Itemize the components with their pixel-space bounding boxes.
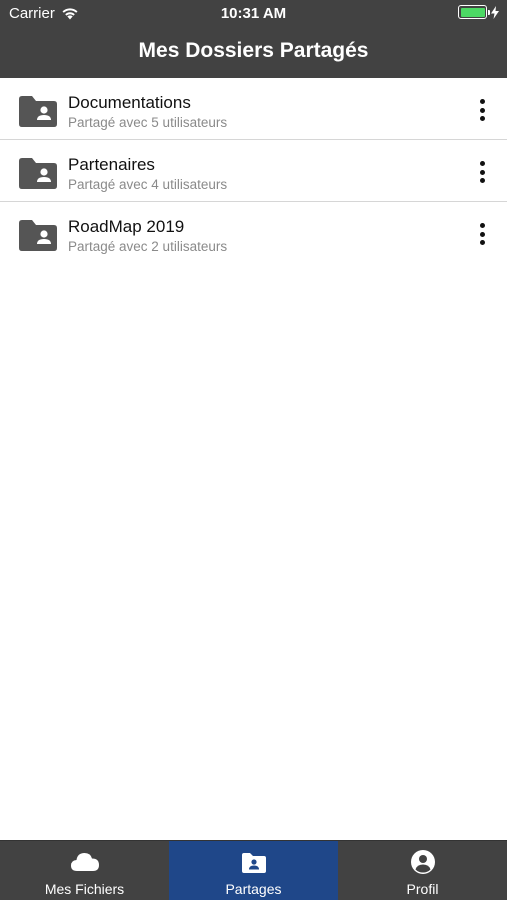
list-item-text: Documentations Partagé avec 5 utilisateu… (68, 93, 227, 132)
more-options-icon[interactable] (471, 221, 493, 247)
folder-name: Partenaires (68, 155, 155, 174)
folder-name: Documentations (68, 93, 191, 112)
tab-label: Partages (225, 881, 282, 897)
shared-folder-icon (19, 96, 57, 127)
charging-bolt-icon (491, 5, 499, 19)
shared-folder-icon (19, 158, 57, 189)
shared-folder-icon (241, 853, 266, 873)
battery-level (460, 7, 485, 17)
battery-tip (488, 9, 490, 15)
status-right (458, 5, 499, 19)
tab-mes-fichiers[interactable]: Mes Fichiers (0, 841, 169, 900)
list-item-text: Partenaires Partagé avec 4 utilisateurs (68, 155, 227, 194)
user-circle-icon (410, 850, 435, 874)
status-bar: Carrier 10:31 AM (0, 0, 507, 26)
tab-bar: Mes Fichiers Partages Profil (0, 840, 507, 900)
list-item[interactable]: Partenaires Partagé avec 4 utilisateurs (0, 140, 507, 202)
more-options-icon[interactable] (471, 97, 493, 123)
folder-name: RoadMap 2019 (68, 217, 185, 236)
more-options-icon[interactable] (471, 159, 493, 185)
folder-share-info: Partagé avec 4 utilisateurs (68, 177, 228, 192)
shared-folder-list: Documentations Partagé avec 5 utilisateu… (0, 78, 507, 264)
shared-folder-icon (19, 220, 57, 251)
battery-icon (458, 5, 490, 19)
tab-partages[interactable]: Partages (169, 841, 338, 900)
screen: Carrier 10:31 AM Mes Dossiers Partagés D… (0, 0, 507, 900)
list-item[interactable]: RoadMap 2019 Partagé avec 2 utilisateurs (0, 202, 507, 264)
clock: 10:31 AM (220, 5, 287, 22)
page-title: Mes Dossiers Partagés (138, 39, 369, 62)
list-item[interactable]: Documentations Partagé avec 5 utilisateu… (0, 78, 507, 140)
tab-profil[interactable]: Profil (338, 841, 507, 900)
folder-share-info: Partagé avec 5 utilisateurs (68, 115, 228, 130)
cloud-icon (70, 853, 99, 871)
list-item-text: RoadMap 2019 Partagé avec 2 utilisateurs (68, 217, 227, 256)
navigation-header: Carrier 10:31 AM Mes Dossiers Partagés (0, 0, 507, 78)
tab-label: Profil (406, 881, 439, 897)
tab-label: Mes Fichiers (44, 881, 125, 897)
folder-share-info: Partagé avec 2 utilisateurs (68, 239, 228, 254)
